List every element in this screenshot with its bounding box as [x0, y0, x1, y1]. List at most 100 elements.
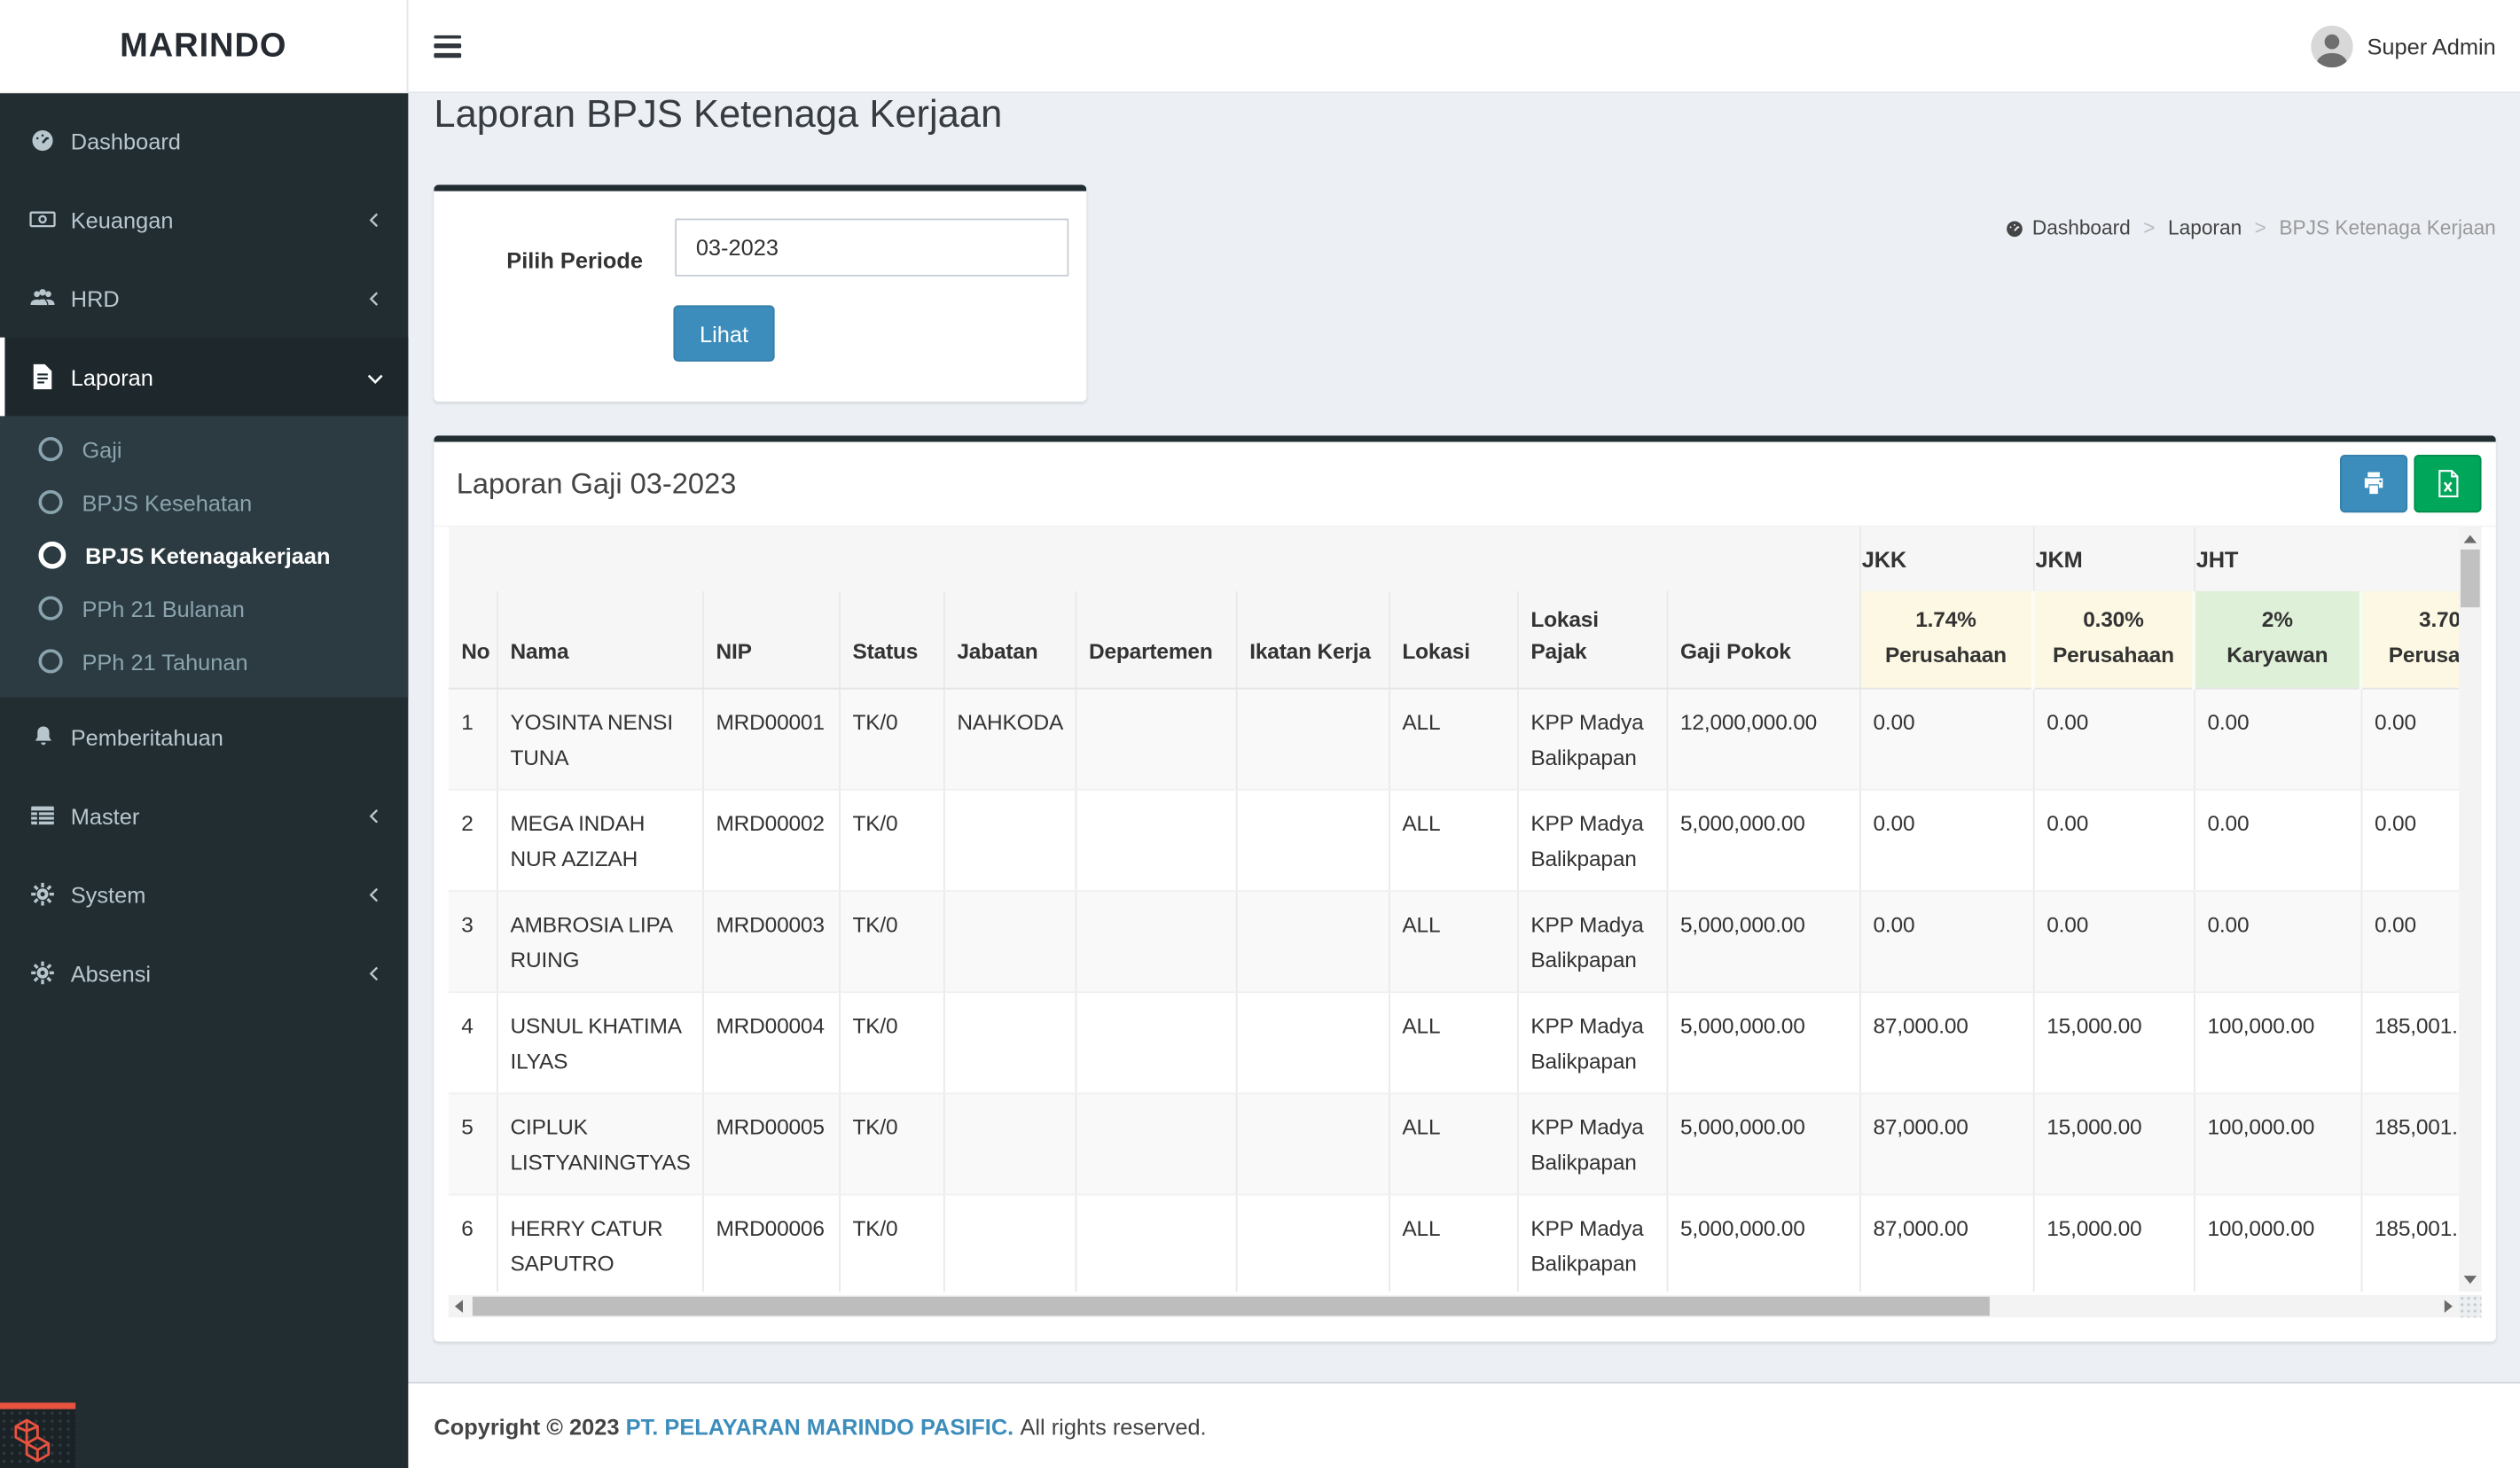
brand-text: MARINDO [120, 26, 287, 64]
breadcrumb-laporan[interactable]: Laporan [2168, 217, 2242, 239]
table-cell: YOSINTA NENSI TUNA [497, 687, 703, 790]
sidebar-item-laporan[interactable]: Laporan [0, 337, 409, 417]
sidebar-subitem-label: BPJS Kesehatan [82, 488, 253, 515]
table-cell [943, 1193, 1076, 1292]
table-cell: 185,001. [2360, 1092, 2460, 1195]
table-cell: TK/0 [839, 1092, 944, 1195]
horizontal-scroll-thumb[interactable] [472, 1296, 1990, 1316]
column-header-row: No Nama NIP Status Jabatan Departemen Ik… [448, 591, 2460, 689]
col-lokasi: Lokasi [1389, 591, 1518, 689]
table-scroll-area[interactable]: JKK JKM JHT No Nama NIP Status Jabatan D… [448, 527, 2460, 1292]
table-cell: 15,000.00 [2032, 991, 2195, 1094]
table-cell: KPP Madya Balikpapan [1517, 687, 1668, 790]
file-excel-icon [2438, 470, 2458, 498]
report-title: Laporan Gaji 03-2023 [456, 466, 737, 499]
chevron-left-icon [364, 885, 384, 904]
company-link[interactable]: PT. PELAYARAN MARINDO PASIFIC. [626, 1413, 1014, 1439]
sidebar: MARINDO Dashboard Keuangan HRD Laporan G… [0, 0, 409, 1468]
scroll-down-arrow[interactable] [2463, 1276, 2477, 1284]
table-cell: USNUL KHATIMA ILYAS [497, 991, 703, 1094]
group-header-jkk: JKK [1859, 527, 2034, 591]
table-cell [1075, 991, 1237, 1094]
table-cell: 0.00 [2360, 788, 2460, 892]
table-cell: 0.00 [2360, 687, 2460, 790]
table-row: 5 CIPLUK LISTYANINGTYAS MRD00005 TK/0 ALL KPP… [448, 1092, 2460, 1195]
table-row: 3 AMBROSIA LIPA RUING MRD00003 TK/0 ALL KPP M… [448, 890, 2460, 993]
chevron-left-icon [364, 288, 384, 308]
scroll-right-arrow[interactable] [2444, 1300, 2453, 1313]
sidebar-toggle-button[interactable] [434, 34, 462, 58]
table-cell [1235, 788, 1389, 892]
col-ikatan-kerja: Ikatan Kerja [1235, 591, 1389, 689]
breadcrumb-current: BPJS Ketenaga Kerjaan [2279, 216, 2496, 240]
circle-icon [38, 596, 63, 621]
excel-export-button[interactable] [2414, 454, 2482, 513]
sidebar-item-master[interactable]: Master [0, 776, 408, 855]
table-cell: 0.00 [2032, 687, 2195, 790]
sidebar-item-keuangan[interactable]: Keuangan [0, 180, 408, 259]
sidebar-subitem-gaji[interactable]: Gaji [0, 423, 408, 476]
app-window: MARINDO Dashboard Keuangan HRD Laporan G… [0, 0, 2520, 1468]
table-cell: 0.00 [2194, 687, 2362, 790]
print-button[interactable] [2340, 454, 2408, 513]
table-cell: 100,000.00 [2194, 991, 2362, 1094]
user-avatar [2311, 25, 2353, 67]
table-cell: 2 [448, 788, 497, 892]
table-cell: 15,000.00 [2032, 1193, 2195, 1292]
table-cell: CIPLUK LISTYANINGTYAS [497, 1092, 703, 1195]
sidebar-subitem-label: Gaji [82, 436, 122, 463]
table-cell: MRD00004 [702, 991, 841, 1094]
sidebar-item-label: Laporan [70, 363, 153, 390]
period-input[interactable] [675, 218, 1069, 277]
table-cell: MEGA INDAH NUR AZIZAH [497, 788, 703, 892]
table-cell: ALL [1389, 687, 1518, 790]
table-cell: 100,000.00 [2194, 1092, 2362, 1195]
table-cell [1075, 687, 1237, 790]
col-jkk-rate: 1.74% Perusahaan [1859, 591, 2035, 689]
circle-icon [38, 437, 63, 462]
sidebar-subitem-label: PPh 21 Tahunan [82, 648, 248, 675]
table-cell [943, 788, 1076, 892]
gear-icon [29, 959, 57, 987]
report-table-region: JKK JKM JHT No Nama NIP Status Jabatan D… [448, 527, 2482, 1318]
table-cell: MRD00005 [702, 1092, 841, 1195]
table-cell: KPP Madya Balikpapan [1517, 1193, 1668, 1292]
col-departemen: Departemen [1075, 591, 1237, 689]
gear-icon [29, 880, 57, 908]
table-icon [29, 801, 57, 829]
sidebar-subitem-bpjs-ketenagakerjaan[interactable]: BPJS Ketenagakerjaan [0, 528, 408, 582]
sidebar-item-pemberitahuan[interactable]: Pemberitahuan [0, 698, 408, 777]
vertical-scroll-thumb[interactable] [2460, 549, 2480, 608]
vertical-scrollbar[interactable] [2459, 527, 2482, 1292]
table-cell: TK/0 [839, 687, 944, 790]
user-menu[interactable]: Super Admin [2311, 25, 2496, 67]
table-cell: MRD00001 [702, 687, 841, 790]
sidebar-subitem-pph21-tahunan[interactable]: PPh 21 Tahunan [0, 635, 408, 688]
scroll-up-arrow[interactable] [2463, 535, 2477, 543]
circle-icon [38, 649, 63, 674]
table-cell: TK/0 [839, 991, 944, 1094]
breadcrumb-separator: > [2143, 216, 2156, 240]
brand-logo[interactable]: MARINDO [0, 0, 409, 94]
user-name: Super Admin [2367, 33, 2496, 59]
sidebar-item-absensi[interactable]: Absensi [0, 933, 408, 1012]
col-no: No [448, 591, 497, 689]
sidebar-item-label: Pemberitahuan [70, 723, 223, 750]
sidebar-item-system[interactable]: System [0, 855, 408, 933]
sidebar-subitem-bpjs-kesehatan[interactable]: BPJS Kesehatan [0, 476, 408, 529]
report-card-header: Laporan Gaji 03-2023 [434, 441, 2496, 527]
horizontal-scrollbar[interactable] [448, 1294, 2460, 1318]
sidebar-item-hrd[interactable]: HRD [0, 259, 408, 338]
sidebar-item-label: Dashboard [70, 128, 181, 154]
scroll-left-arrow[interactable] [454, 1300, 463, 1313]
sidebar-item-label: Master [70, 802, 140, 829]
sidebar-item-dashboard[interactable]: Dashboard [0, 101, 408, 180]
sidebar-item-label: Keuangan [70, 206, 174, 232]
sidebar-subitem-pph21-bulanan[interactable]: PPh 21 Bulanan [0, 582, 408, 635]
table-cell: 0.00 [2032, 788, 2195, 892]
table-cell [1235, 687, 1389, 790]
table-cell: 5,000,000.00 [1666, 1092, 1860, 1195]
printer-icon [2364, 472, 2383, 495]
lihat-button[interactable]: Lihat [673, 305, 775, 362]
breadcrumb-dashboard[interactable]: Dashboard [2003, 217, 2131, 239]
